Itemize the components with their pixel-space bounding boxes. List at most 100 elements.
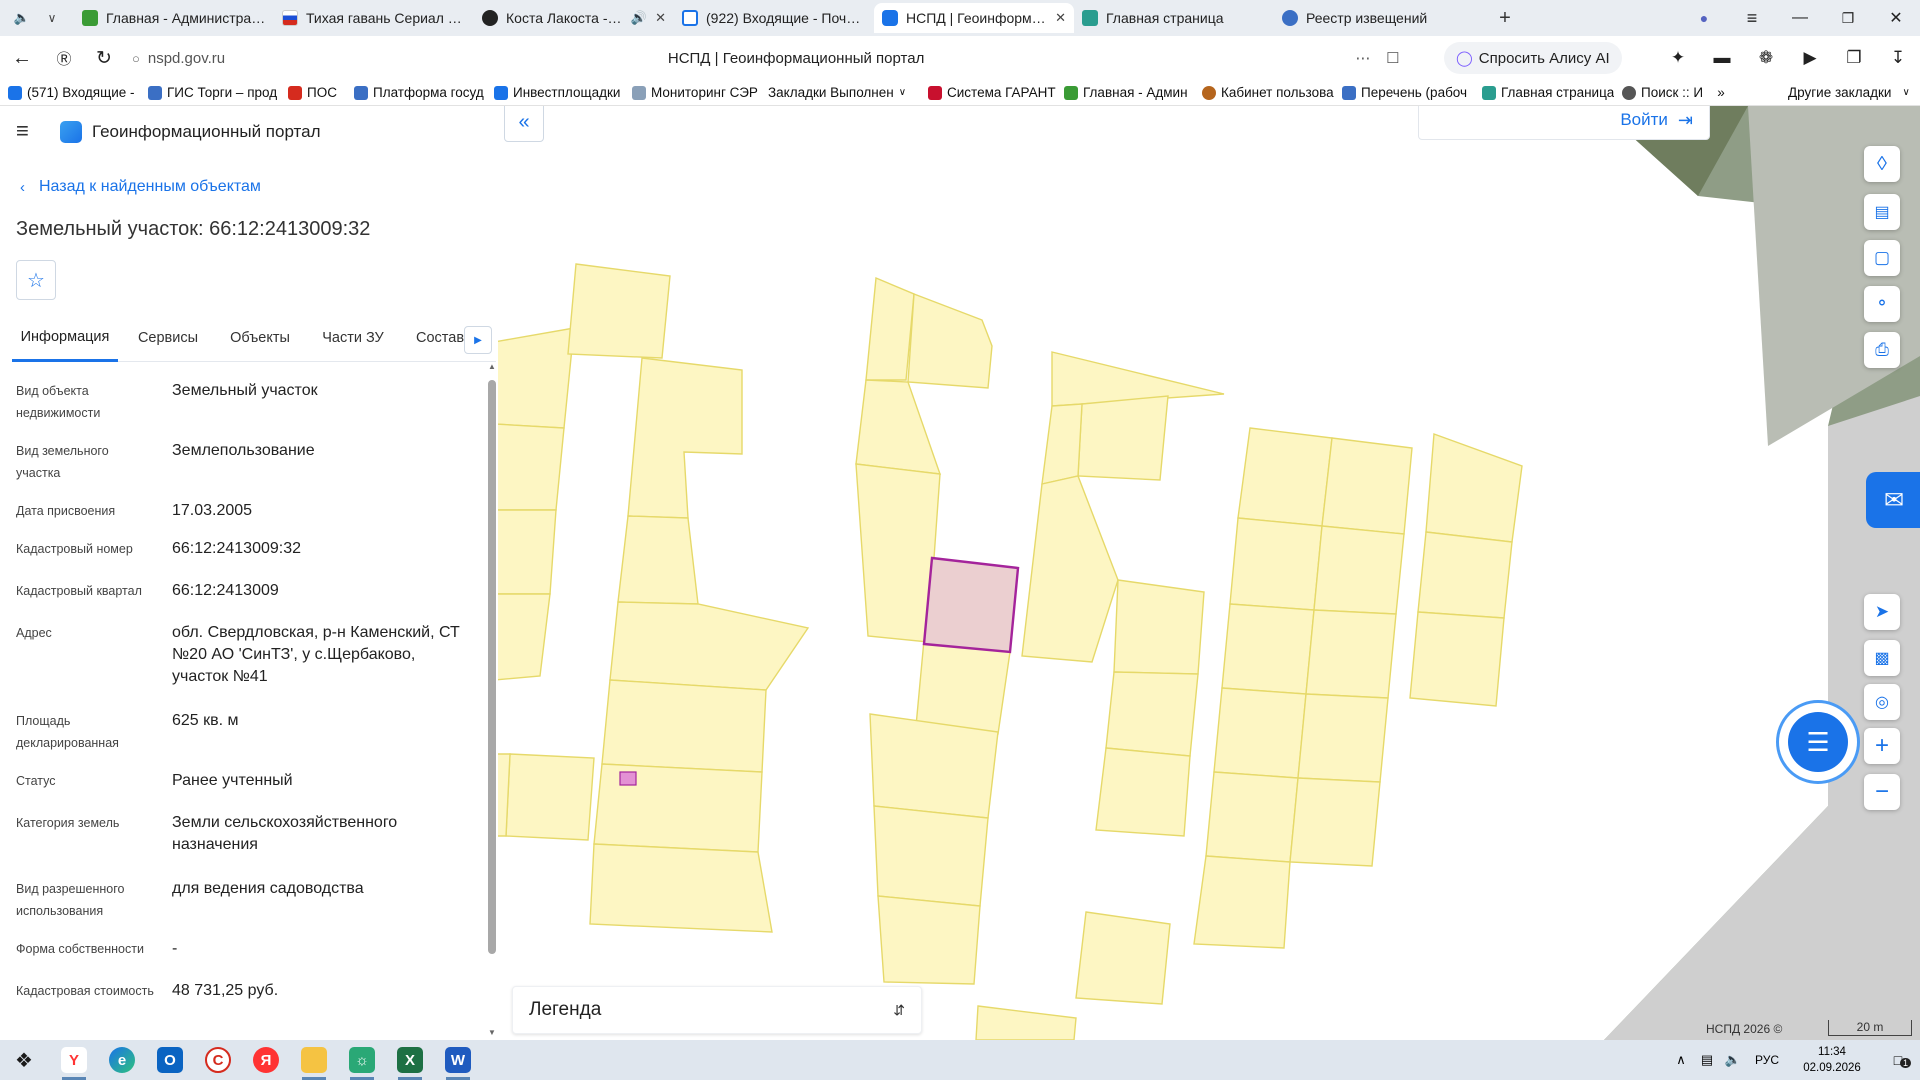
close-icon[interactable]: ✕ <box>655 10 666 26</box>
scroll-up-icon[interactable]: ▲ <box>488 362 496 371</box>
bookmark-item[interactable]: (571) Входящие - <box>0 85 140 100</box>
bookmark-item[interactable]: Платформа госуд <box>346 85 486 100</box>
language-indicator[interactable]: РУС <box>1746 1053 1788 1067</box>
hamburger-menu-icon[interactable]: ≡ <box>16 120 40 142</box>
zoom-out-button[interactable]: − <box>1864 774 1900 810</box>
zoom-in-button[interactable]: + <box>1864 728 1900 764</box>
taskbar-yandex-browser[interactable]: Y <box>50 1040 98 1080</box>
browser-tab[interactable]: (922) Входящие - Почта М <box>674 3 874 33</box>
map-canvas[interactable] <box>498 106 1920 1040</box>
volume-icon[interactable]: 🔈 <box>1720 1052 1746 1068</box>
browser-tab[interactable]: Тихая гавань Сериал 2026 <box>274 3 474 33</box>
bookmark-item[interactable]: Главная страница <box>1474 85 1614 100</box>
more-icon[interactable]: ⋯ <box>1348 49 1378 67</box>
clock[interactable]: 11:34 02.09.2026 <box>1788 1044 1876 1076</box>
print-button[interactable]: ⎙ <box>1864 332 1900 368</box>
bookmark-item[interactable]: Система ГАРАНТ <box>920 85 1056 100</box>
tabs-scroll-right-button[interactable]: ▶ <box>464 326 492 354</box>
bookmark-item[interactable]: Кабинет пользова <box>1194 85 1334 100</box>
bookmark-item[interactable]: Инвестплощадки <box>486 85 624 100</box>
tab-list-chevron-icon[interactable]: ∨ <box>38 11 66 25</box>
select-area-button[interactable]: ▢ <box>1864 240 1900 276</box>
bookmark-item[interactable]: Главная - Админ <box>1056 85 1194 100</box>
download-icon[interactable]: ↧ <box>1876 48 1920 68</box>
scrollbar-thumb[interactable] <box>488 380 496 954</box>
start-button[interactable]: ❖ <box>0 1040 48 1080</box>
taskbar-excel[interactable]: X <box>386 1040 434 1080</box>
collapse-panel-button[interactable]: « <box>504 106 544 142</box>
scroll-down-icon[interactable]: ▼ <box>488 1028 496 1037</box>
taskbar-word[interactable]: W <box>434 1040 482 1080</box>
extension-icon[interactable]: ✦ <box>1656 48 1700 68</box>
tray-chevron-up-icon[interactable]: ∧ <box>1668 1052 1694 1068</box>
tab-parts[interactable]: Части ЗУ <box>312 314 394 362</box>
taskbar-yandex[interactable]: Я <box>242 1040 290 1080</box>
taskbar-edge[interactable]: e <box>98 1040 146 1080</box>
taskbar-app[interactable]: C <box>194 1040 242 1080</box>
tab-services[interactable]: Сервисы <box>128 314 208 362</box>
legend-panel[interactable]: Легенда ⇵ <box>512 986 922 1034</box>
back-link[interactable]: ‹ Назад к найденным объектам <box>20 178 261 196</box>
geolocation-button[interactable]: ➤ <box>1864 594 1900 630</box>
feedback-tab-button[interactable]: ✉ <box>1866 472 1920 528</box>
taskbar-app[interactable]: ☼ <box>338 1040 386 1080</box>
field-label: Адрес <box>16 626 52 640</box>
alice-button[interactable]: ◯ Спросить Алису AI <box>1444 42 1622 74</box>
notification-center-button[interactable]: □ 1 <box>1876 1052 1920 1068</box>
yandex-icon[interactable]: Ⓡ <box>44 48 84 69</box>
search-location-button[interactable]: ◎ <box>1864 684 1900 720</box>
measure-button[interactable]: ▤ <box>1864 194 1900 230</box>
close-window-icon[interactable]: ✕ <box>1872 8 1920 28</box>
bookmark-item[interactable]: Мониторинг СЭР <box>624 85 760 100</box>
share-button[interactable]: ⚬ <box>1864 286 1900 322</box>
extension-icon[interactable]: ▬ <box>1700 48 1744 68</box>
bookmark-icon[interactable]: ☐ <box>1378 49 1408 67</box>
other-bookmarks-folder[interactable]: Другие закладки ∨ <box>1780 85 1920 100</box>
more-bookmarks-icon[interactable]: » <box>1706 85 1736 100</box>
bookmark-item[interactable]: Перечень (рабоч <box>1334 85 1474 100</box>
url-field[interactable]: ○ nspd.gov.ru НСПД | Геоинформационный п… <box>124 41 1444 75</box>
menu-icon[interactable]: ≡ <box>1728 8 1776 29</box>
panel-scrollbar[interactable]: ▲ ▼ <box>486 358 498 1040</box>
reload-icon[interactable]: ↻ <box>84 47 124 70</box>
minimap-button[interactable]: ▩ <box>1864 640 1900 676</box>
login-button[interactable]: Войти ⇥ <box>1418 106 1710 140</box>
bookmark-item[interactable]: ГИС Торги – прод <box>140 85 280 100</box>
other-bookmarks-label: Другие закладки <box>1788 85 1892 100</box>
bookmark-item[interactable]: Поиск :: И <box>1614 85 1706 100</box>
media-icon[interactable]: ▶ <box>1788 48 1832 68</box>
extensions-puzzle-icon[interactable]: ❁ <box>1744 48 1788 68</box>
tab-composition[interactable]: Состав <box>408 314 472 362</box>
browser-tab-active[interactable]: НСПД | Геоинформаци ✕ <box>874 3 1074 33</box>
tab-audio-icon[interactable]: 🔊 <box>631 10 647 26</box>
profile-icon[interactable]: ● <box>1680 10 1728 26</box>
taskbar-outlook[interactable]: O <box>146 1040 194 1080</box>
back-arrow-icon[interactable]: ← <box>0 47 44 70</box>
bookmark-label: ПОС <box>307 85 337 100</box>
tab-information[interactable]: Информация <box>12 314 118 362</box>
bookmark-item[interactable]: ПОС <box>280 85 346 100</box>
portal-title[interactable]: Геоинформационный портал <box>92 122 321 142</box>
bookmark-folder[interactable]: Закладки Выполнен ∨ <box>760 85 920 100</box>
new-tab-button[interactable]: + <box>1490 7 1520 30</box>
audio-icon[interactable]: 🔈 <box>6 3 38 33</box>
close-icon[interactable]: ✕ <box>1055 10 1066 26</box>
favorite-button[interactable]: ☆ <box>16 260 56 300</box>
browser-tab[interactable]: Главная - Администраци <box>74 3 274 33</box>
portal-logo-icon[interactable] <box>60 121 82 143</box>
minimize-icon[interactable]: — <box>1776 9 1824 27</box>
network-icon[interactable]: ▤ <box>1694 1052 1720 1068</box>
browser-tab[interactable]: Главная страница <box>1074 3 1274 33</box>
land-parcel <box>1205 771 1299 863</box>
tab-objects[interactable]: Объекты <box>220 314 300 362</box>
land-parcel <box>609 601 810 691</box>
collections-icon[interactable]: ❐ <box>1832 48 1876 68</box>
browser-tab[interactable]: Реестр извещений <box>1274 3 1474 33</box>
taskbar-explorer[interactable] <box>290 1040 338 1080</box>
layers-button[interactable]: ◊ <box>1864 146 1900 182</box>
land-parcel <box>498 423 565 511</box>
chat-assistant-button[interactable]: ☰ <box>1776 700 1860 784</box>
map-view[interactable]: « Войти ⇥ ◊ ▤ ▢ ⚬ ⎙ ✉ ➤ ▩ ◎ + − ☰ Легенд… <box>498 106 1920 1040</box>
restore-icon[interactable]: ❐ <box>1824 10 1872 27</box>
browser-tab[interactable]: Коста Лакоста - Чер 🔊 ✕ <box>474 3 674 33</box>
